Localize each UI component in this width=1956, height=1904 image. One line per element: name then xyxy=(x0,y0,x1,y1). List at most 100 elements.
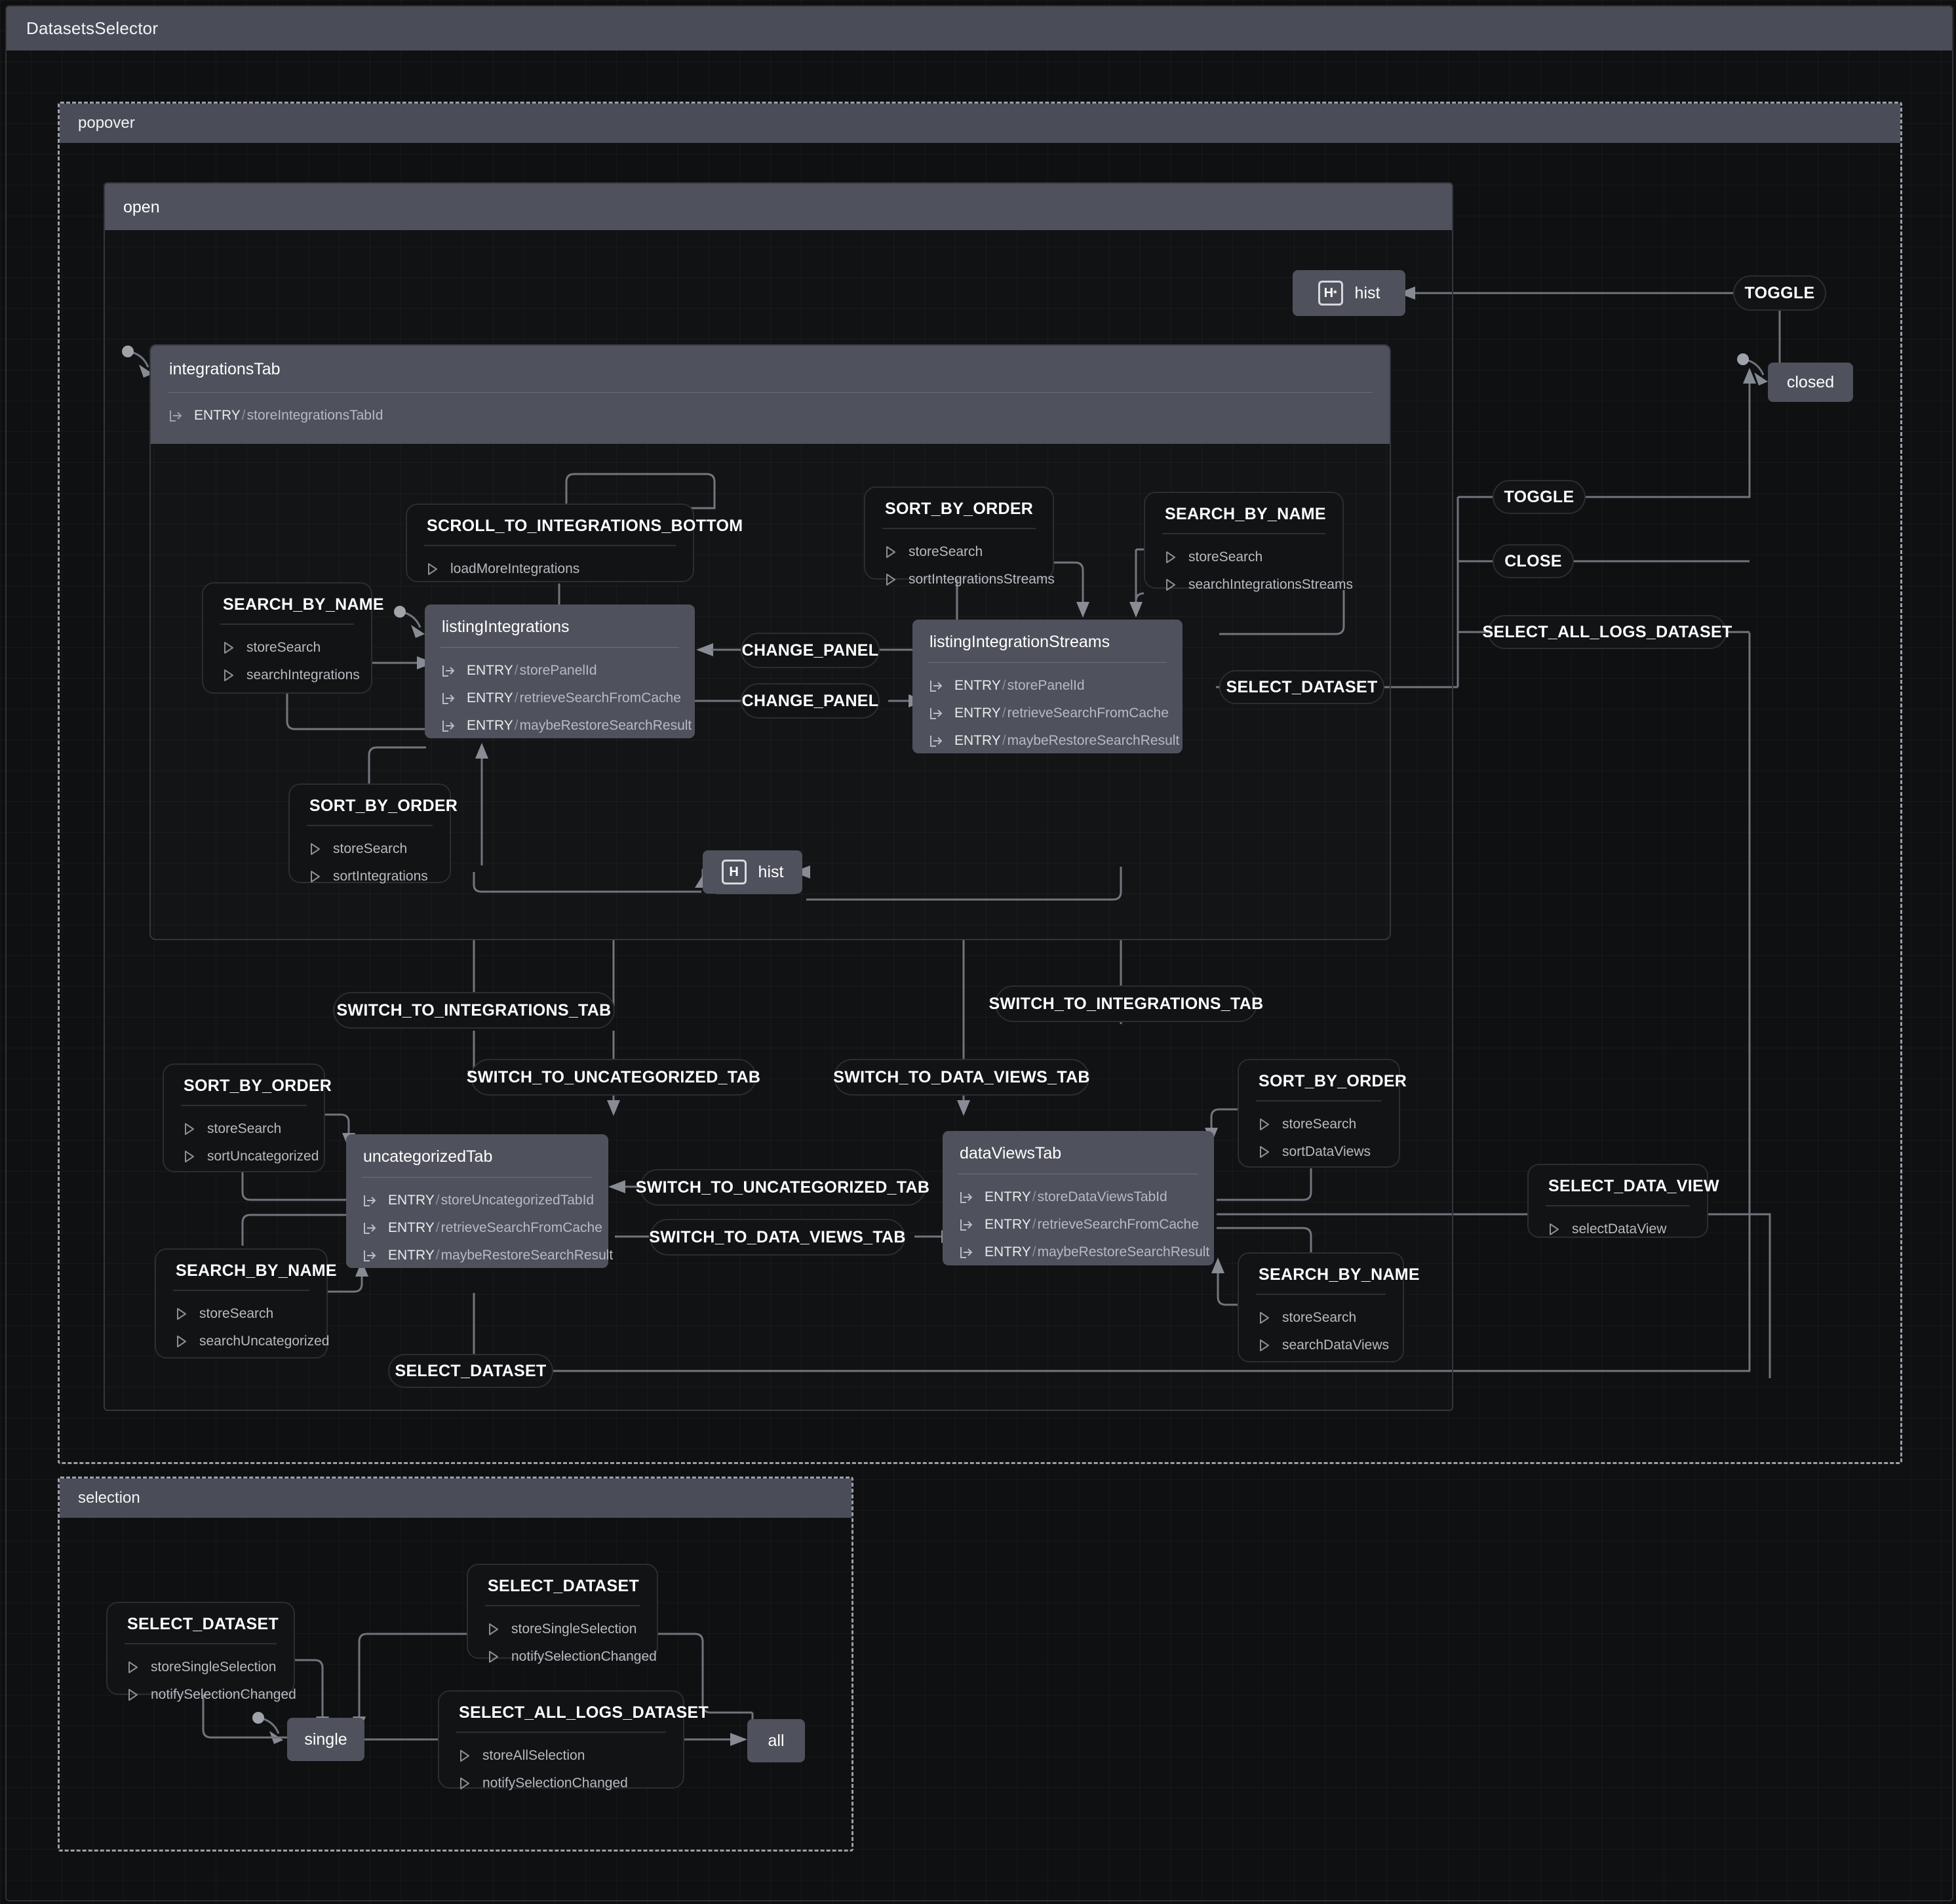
play-action-icon xyxy=(128,1689,138,1701)
action-row: ENTRY/retrieveSearchFromCache xyxy=(440,684,681,712)
action-keyword: ENTRY xyxy=(985,1244,1031,1259)
action-name: storePanelId xyxy=(519,663,597,678)
state-closed[interactable]: closed xyxy=(1768,363,1853,402)
event-switch-to-data-views-tab-top[interactable]: SWITCH_TO_DATA_VIEWS_TAB xyxy=(833,1059,1089,1096)
event-switch-to-data-views-tab-mid[interactable]: SWITCH_TO_DATA_VIEWS_TAB xyxy=(649,1219,905,1256)
event-scroll-to-integrations-bottom[interactable]: SCROLL_TO_INTEGRATIONS_BOTTOM loadMoreIn… xyxy=(406,504,743,582)
action-sep: / xyxy=(435,1193,440,1208)
action-name: sortIntegrations xyxy=(333,869,428,884)
action-row: ENTRY/retrieveSearchFromCache xyxy=(958,1211,1199,1239)
event-search-by-name-integrations-label: SEARCH_BY_NAME xyxy=(223,595,384,614)
state-all[interactable]: all xyxy=(747,1719,805,1762)
event-search-by-name-uncategorized[interactable]: SEARCH_BY_NAME storeSearch searchUncateg… xyxy=(155,1248,337,1359)
event-switch-to-integrations-tab-left-label: SWITCH_TO_INTEGRATIONS_TAB xyxy=(336,1001,612,1020)
event-select-data-view-actions: selectDataView xyxy=(1529,1206,1707,1255)
play-action-icon xyxy=(177,1336,186,1347)
action-row: searchIntegrations xyxy=(220,662,360,689)
event-sort-dataviews-actions: storeSearch sortDataViews xyxy=(1239,1101,1399,1178)
event-change-panel-2[interactable]: CHANGE_PANEL xyxy=(741,683,880,719)
event-switch-to-uncategorized-tab-mid[interactable]: SWITCH_TO_UNCATEGORIZED_TAB xyxy=(636,1169,929,1206)
state-data-views-tab-actions: ENTRY/storeDataViewsTabId ENTRY/retrieve… xyxy=(943,1174,1214,1279)
event-search-by-name-integrations[interactable]: SEARCH_BY_NAME storeSearch searchIntegra… xyxy=(202,582,384,694)
action-name: searchIntegrations xyxy=(246,667,360,683)
event-sel-select-all-logs-dataset[interactable]: SELECT_ALL_LOGS_DATASET storeAllSelectio… xyxy=(438,1690,709,1791)
action-row: ENTRY/maybeRestoreSearchResult xyxy=(928,727,1179,755)
entry-action-icon xyxy=(442,693,455,704)
event-sort-by-order-streams[interactable]: SORT_BY_ORDER storeSearch sortIntegratio… xyxy=(864,486,1055,587)
play-action-icon xyxy=(311,871,320,883)
action-row: sortIntegrationsStreams xyxy=(882,566,1055,593)
event-select-dataset-streams[interactable]: SELECT_DATASET xyxy=(1219,670,1384,704)
event-switch-to-data-views-tab-mid-label: SWITCH_TO_DATA_VIEWS_TAB xyxy=(649,1227,906,1246)
action-name: storeSearch xyxy=(1282,1310,1357,1325)
action-keyword: ENTRY xyxy=(467,690,513,705)
state-hist-shallow-label: hist xyxy=(758,862,784,881)
event-select-dataset-streams-label: SELECT_DATASET xyxy=(1226,677,1378,696)
action-keyword: ENTRY xyxy=(985,1189,1031,1204)
event-switch-to-integrations-tab-right[interactable]: SWITCH_TO_INTEGRATIONS_TAB xyxy=(989,985,1263,1022)
action-name: storeSearch xyxy=(909,544,983,559)
event-search-by-name-dataviews[interactable]: SEARCH_BY_NAME storeSearch searchDataVie… xyxy=(1238,1252,1420,1362)
event-toggle-top-label: TOGGLE xyxy=(1744,283,1815,302)
action-keyword: ENTRY xyxy=(985,1217,1031,1232)
action-name: loadMoreIntegrations xyxy=(450,561,580,576)
event-sort-by-order-integrations[interactable]: SORT_BY_ORDER storeSearch sortIntegratio… xyxy=(288,783,458,884)
play-action-icon xyxy=(1260,1146,1269,1158)
entry-action-icon xyxy=(960,1192,973,1203)
event-select-data-view[interactable]: SELECT_DATA_VIEW selectDataView xyxy=(1527,1164,1719,1238)
action-row: storeSearch xyxy=(181,1115,307,1143)
action-name: storeSearch xyxy=(333,841,408,856)
entry-action-icon xyxy=(364,1223,376,1234)
event-select-all-logs-dataset-right[interactable]: SELECT_ALL_LOGS_DATASET xyxy=(1483,615,1732,649)
play-action-icon xyxy=(1260,1312,1269,1324)
play-action-icon xyxy=(224,642,233,654)
action-name: searchIntegrationsStreams xyxy=(1188,577,1353,592)
event-close-label: CLOSE xyxy=(1504,551,1562,570)
action-name: storeSingleSelection xyxy=(511,1621,637,1636)
entry-action-icon xyxy=(960,1220,973,1231)
event-change-panel-1[interactable]: CHANGE_PANEL xyxy=(741,633,880,668)
event-toggle-top[interactable]: TOGGLE xyxy=(1733,275,1826,311)
event-sel-select-dataset-left[interactable]: SELECT_DATASET storeSingleSelection noti… xyxy=(106,1602,296,1702)
entry-action-icon xyxy=(170,410,182,422)
state-hist-shallow[interactable]: H hist xyxy=(703,850,802,894)
action-row: notifySelectionChanged xyxy=(456,1770,666,1797)
state-uncategorized-tab[interactable]: uncategorizedTab ENTRY/storeUncategorize… xyxy=(346,1134,613,1268)
action-row: storeSearch xyxy=(220,634,354,662)
state-listing-integrations[interactable]: listingIntegrations ENTRY/storePanelId E… xyxy=(425,605,695,738)
event-switch-to-uncategorized-tab-top-label: SWITCH_TO_UNCATEGORIZED_TAB xyxy=(466,1067,761,1086)
event-switch-to-data-views-tab-top-label: SWITCH_TO_DATA_VIEWS_TAB xyxy=(833,1067,1090,1086)
event-sort-by-order-dataviews[interactable]: SORT_BY_ORDER storeSearch sortDataViews xyxy=(1238,1059,1407,1168)
event-toggle-mid[interactable]: TOGGLE xyxy=(1493,480,1586,514)
event-scroll-to-integrations-bottom-label: SCROLL_TO_INTEGRATIONS_BOTTOM xyxy=(427,517,743,535)
play-action-icon xyxy=(428,563,437,575)
play-action-icon xyxy=(1260,1119,1269,1130)
action-row: selectDataView xyxy=(1546,1216,1690,1243)
state-listing-integration-streams[interactable]: listingIntegrationStreams ENTRY/storePan… xyxy=(912,620,1183,753)
event-sel-select-dataset-left-label: SELECT_DATASET xyxy=(127,1615,279,1633)
event-sel-select-dataset-top[interactable]: SELECT_DATASET storeSingleSelection noti… xyxy=(467,1564,658,1664)
event-sort-by-order-uncategorized[interactable]: SORT_BY_ORDER storeSearch sortUncategori… xyxy=(163,1063,332,1172)
event-switch-to-uncategorized-tab-mid-label: SWITCH_TO_UNCATEGORIZED_TAB xyxy=(635,1178,930,1197)
history-icon: H xyxy=(721,860,747,884)
event-select-all-logs-dataset-right-label: SELECT_ALL_LOGS_DATASET xyxy=(1482,622,1732,641)
event-select-dataset-bottom[interactable]: SELECT_DATASET xyxy=(388,1354,553,1388)
state-closed-label: closed xyxy=(1786,372,1835,391)
event-switch-to-integrations-tab-left[interactable]: SWITCH_TO_INTEGRATIONS_TAB xyxy=(333,992,615,1029)
action-row: notifySelectionChanged xyxy=(125,1681,296,1709)
state-single[interactable]: single xyxy=(287,1718,364,1761)
state-hist-deep[interactable]: H * hist xyxy=(1293,270,1405,316)
event-sort-by-order-uncategorized-label: SORT_BY_ORDER xyxy=(184,1077,332,1095)
state-data-views-tab[interactable]: dataViewsTab ENTRY/storeDataViewsTabId E… xyxy=(943,1131,1214,1265)
event-select-data-view-label: SELECT_DATA_VIEW xyxy=(1548,1177,1719,1195)
event-switch-to-uncategorized-tab-top[interactable]: SWITCH_TO_UNCATEGORIZED_TAB xyxy=(467,1059,760,1096)
play-action-icon xyxy=(460,1777,469,1789)
play-action-icon xyxy=(489,1623,498,1635)
action-row: storeAllSelection xyxy=(456,1742,666,1770)
event-close[interactable]: CLOSE xyxy=(1493,544,1574,578)
action-name: storeSearch xyxy=(207,1121,282,1136)
event-search-by-name-streams[interactable]: SEARCH_BY_NAME storeSearch searchIntegra… xyxy=(1144,492,1353,592)
action-row: storeSearch xyxy=(1162,544,1325,571)
event-sort-by-order-dataviews-label: SORT_BY_ORDER xyxy=(1259,1072,1407,1090)
action-name: retrieveSearchFromCache xyxy=(1007,705,1169,721)
